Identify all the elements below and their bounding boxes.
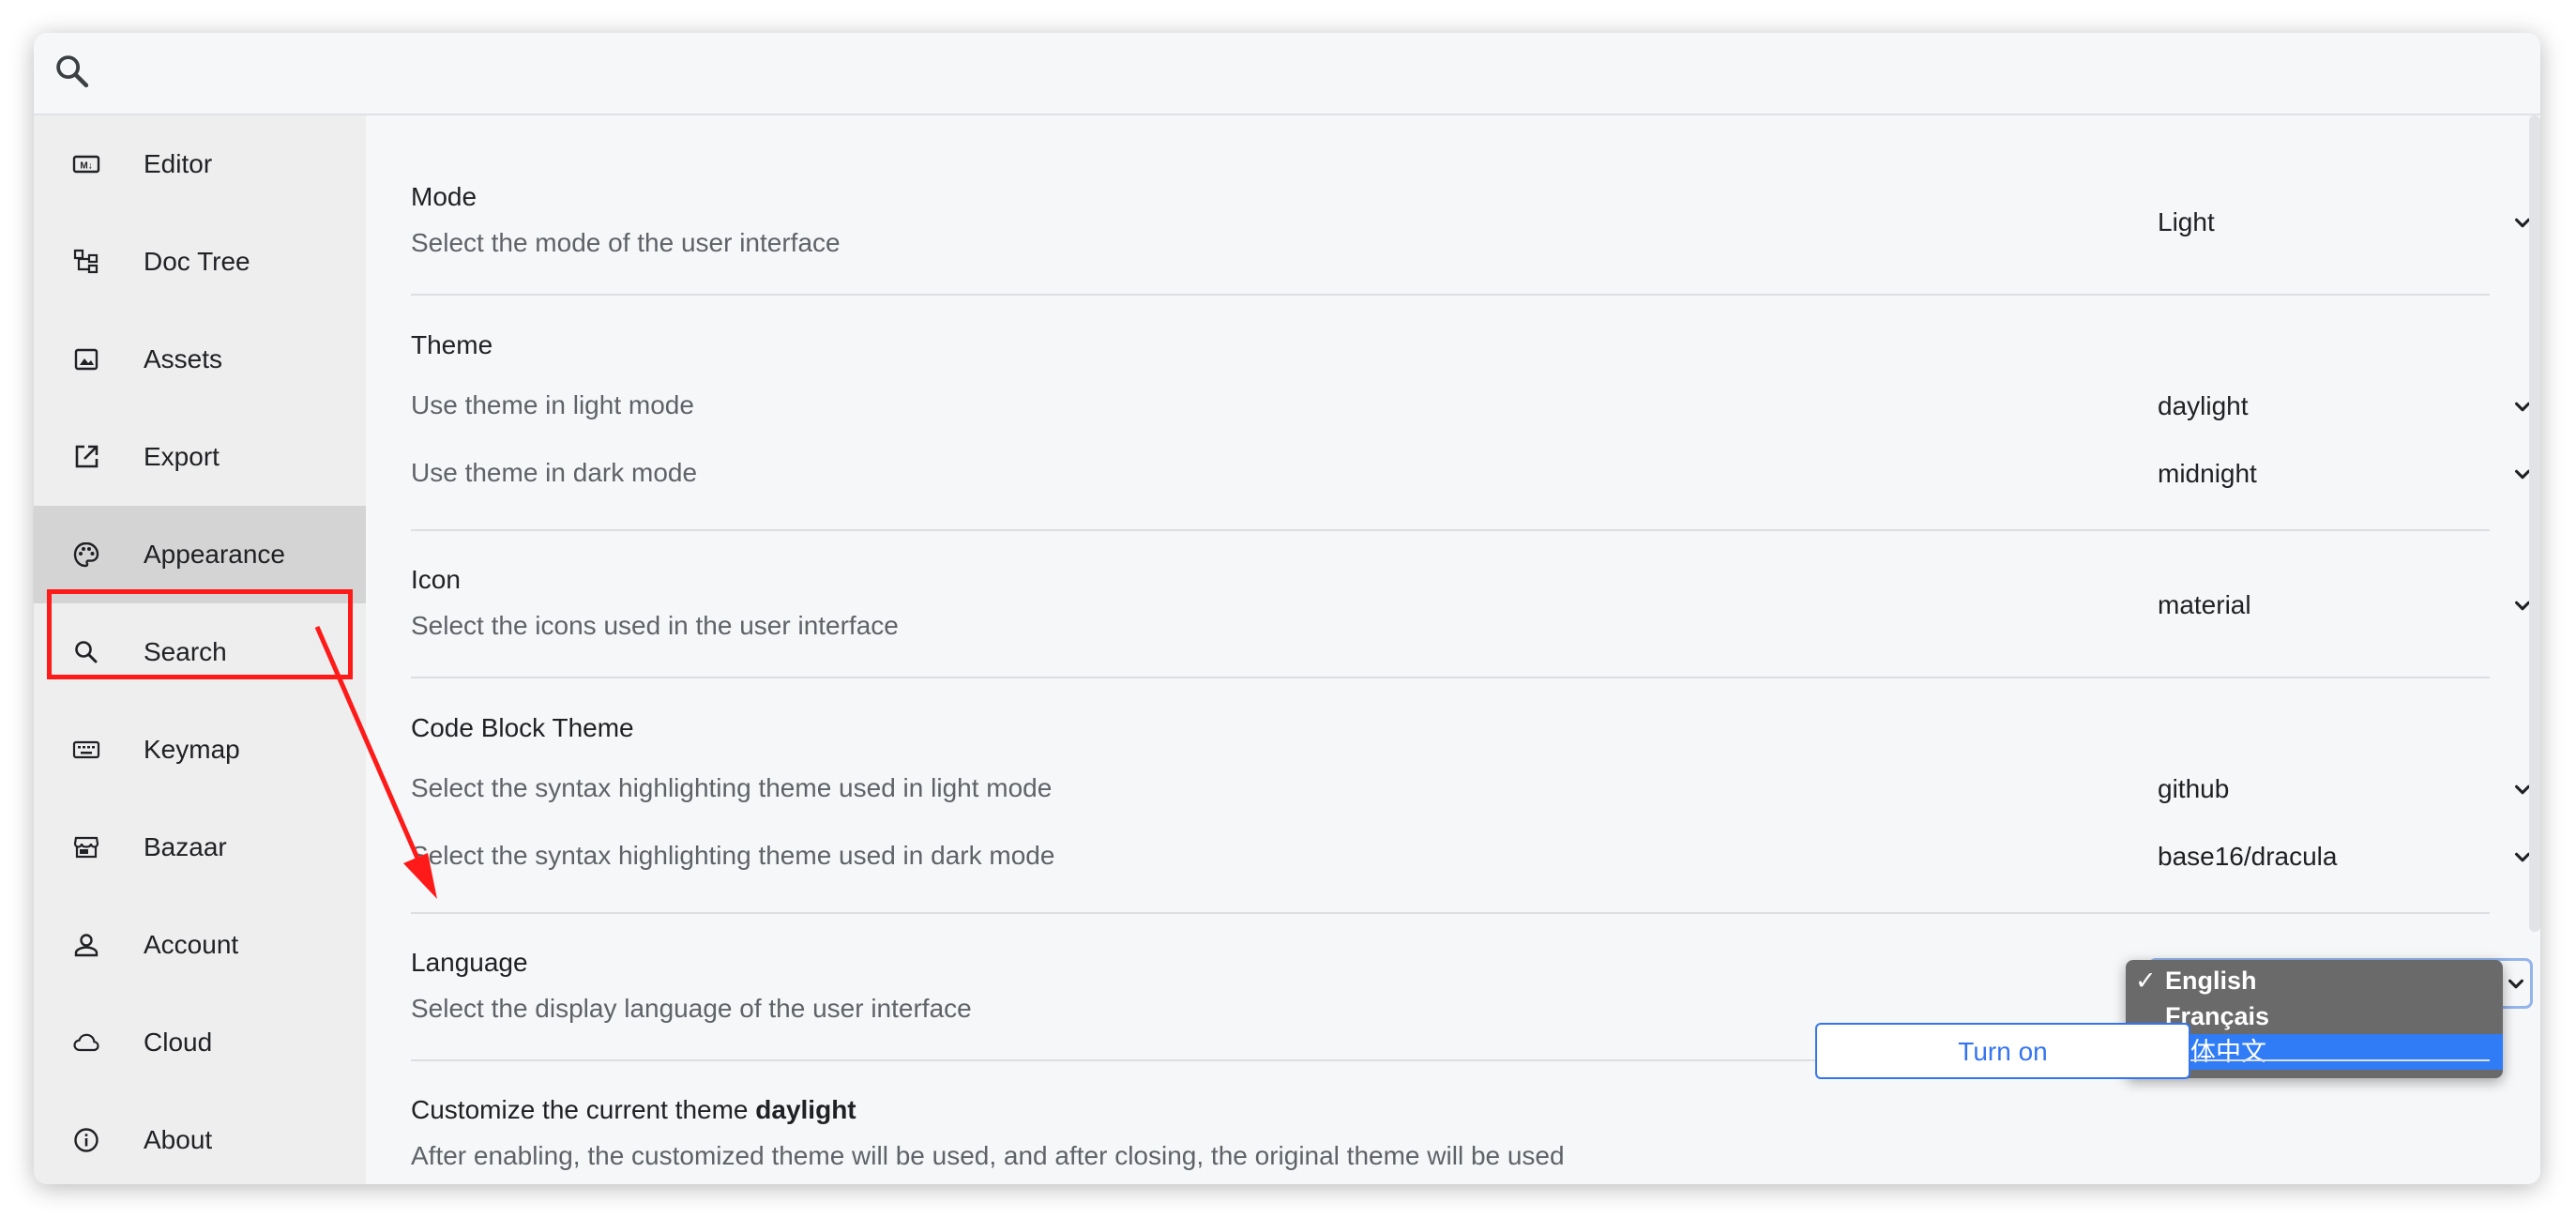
code-block-theme-title: Code Block Theme (411, 713, 634, 742)
divider (411, 912, 2490, 914)
sidebar-item-label: Account (144, 930, 239, 959)
export-icon (71, 442, 101, 472)
divider (411, 677, 2490, 678)
code-block-dark-select[interactable]: base16/dracula (2158, 838, 2533, 875)
tree-icon (71, 247, 101, 277)
palette-icon (71, 540, 101, 570)
language-description: Select the display language of the user … (411, 994, 972, 1023)
info-icon (71, 1125, 101, 1155)
customize-theme-description: After enabling, the customized theme wil… (411, 1141, 1565, 1170)
svg-text:M↓: M↓ (80, 161, 92, 172)
sidebar-item-label: Doc Tree (144, 247, 250, 276)
sidebar-item-doc-tree[interactable]: Doc Tree (34, 213, 366, 311)
store-icon (71, 832, 101, 862)
customize-theme-title: Customize the current theme daylight (411, 1094, 856, 1126)
customize-title-prefix: Customize the current theme (411, 1095, 756, 1124)
sidebar-item-editor[interactable]: M↓ Editor (34, 115, 366, 213)
search-icon (71, 637, 101, 667)
sidebar-item-keymap[interactable]: Keymap (34, 701, 366, 799)
mode-select-value: Light (2158, 207, 2215, 236)
customize-theme-name: daylight (755, 1095, 856, 1124)
mode-description: Select the mode of the user interface (411, 228, 841, 257)
settings-sidebar: M↓ Editor Doc Tree Assets Export Appeara… (34, 115, 366, 1184)
code-block-light-select-value: github (2158, 774, 2230, 803)
sidebar-item-label: Export (144, 442, 220, 471)
language-title: Language (411, 948, 528, 977)
person-icon (71, 930, 101, 960)
divider (411, 529, 2490, 531)
code-block-light-description: Select the syntax highlighting theme use… (411, 773, 1053, 802)
icon-select-value: material (2158, 590, 2251, 619)
cloud-icon (71, 1028, 101, 1058)
sidebar-item-account[interactable]: Account (34, 896, 366, 994)
appearance-settings-panel: Mode Select the mode of the user interfa… (366, 115, 2540, 1184)
sidebar-item-appearance[interactable]: Appearance (34, 506, 366, 603)
icon-select[interactable]: material (2158, 586, 2533, 624)
sidebar-item-about[interactable]: About (34, 1091, 366, 1184)
icon-description: Select the icons used in the user interf… (411, 611, 899, 640)
theme-title: Theme (411, 330, 493, 359)
keyboard-icon (71, 735, 101, 765)
sidebar-item-search[interactable]: Search (34, 603, 366, 701)
search-icon[interactable] (53, 52, 92, 91)
sidebar-item-label: Bazaar (144, 832, 227, 861)
markdown-icon: M↓ (71, 149, 101, 179)
settings-search-bar[interactable] (34, 33, 2540, 115)
theme-light-description: Use theme in light mode (411, 390, 694, 419)
sidebar-item-label: About (144, 1125, 213, 1154)
theme-light-select-value: daylight (2158, 391, 2249, 420)
sidebar-item-label: Keymap (144, 735, 240, 764)
scrollbar[interactable] (2529, 115, 2540, 932)
sidebar-item-label: Appearance (144, 540, 286, 569)
code-block-light-select[interactable]: github (2158, 770, 2533, 808)
checkmark-icon: ✓ (2135, 967, 2157, 995)
mode-select[interactable]: Light (2158, 204, 2533, 241)
mode-title: Mode (411, 182, 477, 211)
theme-dark-select[interactable]: midnight (2158, 455, 2533, 493)
settings-window: M↓ Editor Doc Tree Assets Export Appeara… (34, 33, 2540, 1184)
sidebar-item-bazaar[interactable]: Bazaar (34, 799, 366, 896)
image-icon (71, 344, 101, 374)
turn-on-button[interactable]: Turn on (1815, 1023, 2190, 1079)
sidebar-item-assets[interactable]: Assets (34, 311, 366, 408)
sidebar-item-label: Cloud (144, 1028, 213, 1057)
sidebar-item-label: Assets (144, 344, 223, 373)
theme-dark-description: Use theme in dark mode (411, 458, 698, 487)
language-option-english[interactable]: ✓ English (2126, 963, 2503, 998)
sidebar-item-label: Editor (144, 149, 213, 178)
sidebar-item-label: Search (144, 637, 227, 666)
divider (411, 294, 2490, 296)
code-block-dark-description: Select the syntax highlighting theme use… (411, 841, 1055, 870)
sidebar-item-cloud[interactable]: Cloud (34, 994, 366, 1091)
code-block-dark-select-value: base16/dracula (2158, 842, 2338, 871)
theme-light-select[interactable]: daylight (2158, 388, 2533, 425)
chevron-down-icon (2508, 979, 2523, 989)
language-option-label: English (2165, 967, 2257, 995)
theme-dark-select-value: midnight (2158, 459, 2257, 488)
sidebar-item-export[interactable]: Export (34, 408, 366, 506)
icon-title: Icon (411, 565, 461, 594)
